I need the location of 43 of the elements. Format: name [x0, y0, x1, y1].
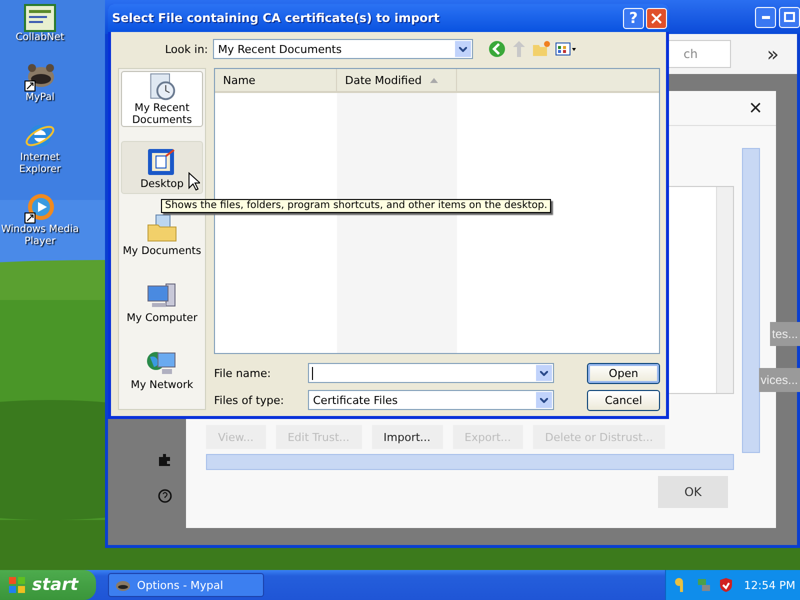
windows-logo-icon — [8, 576, 26, 594]
close-icon — [651, 12, 662, 24]
minimize-icon — [762, 16, 770, 18]
clock: 12:54 PM — [744, 578, 796, 592]
file-type-label: Files of type: — [214, 394, 286, 406]
maximize-icon — [784, 12, 795, 22]
place-item[interactable]: My Computer — [121, 275, 203, 328]
look-in-label: Look in: — [164, 42, 208, 56]
media-player-icon[interactable] — [24, 192, 56, 224]
open-button[interactable]: Open — [587, 362, 660, 384]
column-header[interactable]: Name — [215, 69, 337, 91]
icon-label: CollabNet — [16, 32, 64, 44]
maximize-button[interactable] — [779, 6, 800, 28]
cancel-button[interactable]: Cancel — [587, 390, 660, 410]
back-icon[interactable] — [488, 40, 506, 58]
shield-icon[interactable] — [718, 577, 734, 593]
cursor-icon — [188, 172, 200, 191]
file-name-label: File name: — [214, 366, 272, 380]
place-item[interactable]: My Recent Documents — [121, 71, 203, 127]
close-button[interactable] — [646, 8, 667, 28]
views-icon[interactable] — [555, 42, 577, 56]
dialog-title: Select File containing CA certificate(s) to import — [112, 11, 440, 25]
ok-button[interactable]: OK — [658, 476, 728, 508]
puzzle-icon — [158, 453, 172, 467]
taskbar-button[interactable]: Options - Mypal — [108, 573, 264, 597]
folder-icon — [146, 212, 178, 244]
chevron-button[interactable]: » — [766, 42, 779, 66]
certificate-icon[interactable] — [24, 4, 56, 32]
column-header[interactable]: Date Modified — [337, 69, 457, 91]
action-button[interactable]: Import... — [372, 425, 443, 449]
look-in-dropdown[interactable]: My Recent Documents — [213, 39, 473, 59]
file-name-field[interactable] — [308, 363, 554, 383]
minimize-button[interactable] — [755, 6, 776, 28]
tooltip: Shows the files, folders, program shortcuts, and other items on the desktop. — [161, 199, 552, 213]
file-type-dropdown[interactable]: Certificate Files — [308, 390, 554, 410]
icon-label: Windows Media Player — [0, 224, 80, 248]
help-button[interactable]: ? — [623, 8, 644, 28]
help-icon — [158, 489, 172, 503]
close-button[interactable]: × — [749, 95, 762, 121]
icon-label: Internet Explorer — [18, 152, 62, 176]
place-item[interactable]: Desktop — [121, 141, 203, 194]
place-item[interactable]: My Network — [121, 342, 203, 395]
icon-label: MyPal — [25, 92, 55, 104]
